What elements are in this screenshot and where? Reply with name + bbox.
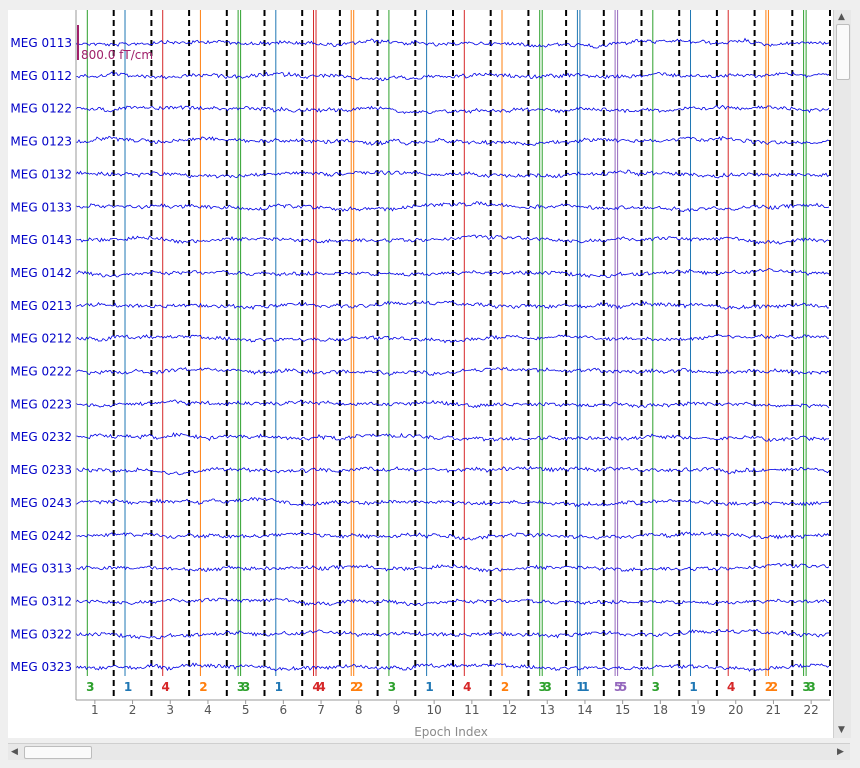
- event-id-label: 1: [124, 680, 132, 694]
- channel-label[interactable]: MEG 0112: [10, 69, 72, 83]
- channel-label[interactable]: MEG 0212: [10, 332, 72, 346]
- scale-bar-label: 800.0 fT/cm: [81, 48, 153, 62]
- event-id-label: 4: [463, 680, 471, 694]
- x-tick-label: 10: [427, 703, 442, 717]
- event-id-label: 3: [86, 680, 94, 694]
- x-tick-label: 14: [577, 703, 592, 717]
- channel-label[interactable]: MEG 0322: [10, 627, 72, 641]
- scroll-down-arrow-icon[interactable]: ▼: [838, 722, 845, 738]
- channel-label[interactable]: MEG 0223: [10, 397, 72, 411]
- event-id-label: 4: [162, 680, 170, 694]
- x-tick-label: 3: [166, 703, 174, 717]
- channel-label[interactable]: MEG 0233: [10, 463, 72, 477]
- horizontal-scrollbar[interactable]: ◀ ▶: [8, 743, 850, 760]
- x-tick-label: 19: [690, 703, 705, 717]
- x-tick-label: 13: [540, 703, 555, 717]
- x-tick-label: 22: [804, 703, 819, 717]
- event-id-label: 1: [689, 680, 697, 694]
- channel-label[interactable]: MEG 0323: [10, 660, 72, 674]
- event-id-label: 2: [199, 680, 207, 694]
- x-tick-label: 7: [317, 703, 325, 717]
- channel-label[interactable]: MEG 0213: [10, 299, 72, 313]
- scroll-left-arrow-icon[interactable]: ◀: [11, 744, 18, 760]
- x-tick-label: 15: [615, 703, 630, 717]
- x-tick-label: 1: [91, 703, 99, 717]
- channel-label[interactable]: MEG 0242: [10, 529, 72, 543]
- x-tick-label: 11: [464, 703, 479, 717]
- event-id-label: 3: [388, 680, 396, 694]
- x-tick-label: 6: [280, 703, 288, 717]
- event-id-label: 2: [355, 680, 363, 694]
- scroll-right-arrow-icon[interactable]: ▶: [837, 744, 844, 760]
- channel-label[interactable]: MEG 0313: [10, 562, 72, 576]
- x-tick-label: 8: [355, 703, 363, 717]
- figure-background: [8, 10, 833, 738]
- x-tick-label: 5: [242, 703, 250, 717]
- event-id-label: 3: [652, 680, 660, 694]
- event-id-label: 2: [770, 680, 778, 694]
- event-id-label: 3: [544, 680, 552, 694]
- vertical-scroll-thumb[interactable]: [836, 24, 850, 80]
- x-tick-label: 2: [129, 703, 137, 717]
- x-tick-label: 18: [653, 703, 668, 717]
- channel-label[interactable]: MEG 0143: [10, 233, 72, 247]
- channel-label[interactable]: MEG 0232: [10, 430, 72, 444]
- channel-label[interactable]: MEG 0222: [10, 365, 72, 379]
- event-id-label: 4: [317, 680, 325, 694]
- vertical-scrollbar[interactable]: ▲ ▼: [833, 10, 851, 738]
- scroll-up-arrow-icon[interactable]: ▲: [838, 9, 845, 25]
- channel-label[interactable]: MEG 0243: [10, 496, 72, 510]
- channel-label[interactable]: MEG 0142: [10, 266, 72, 280]
- event-id-label: 1: [275, 680, 283, 694]
- event-id-label: 3: [807, 680, 815, 694]
- x-tick-label: 9: [393, 703, 401, 717]
- channel-label[interactable]: MEG 0113: [10, 36, 72, 50]
- event-id-label: 4: [727, 680, 735, 694]
- event-id-label: 1: [581, 680, 589, 694]
- x-tick-label: 21: [766, 703, 781, 717]
- channel-label[interactable]: MEG 0312: [10, 594, 72, 608]
- x-axis-label: Epoch Index: [414, 725, 488, 739]
- horizontal-scroll-thumb[interactable]: [24, 746, 92, 759]
- event-id-label: 1: [425, 680, 433, 694]
- event-id-label: 5: [619, 680, 627, 694]
- channel-label[interactable]: MEG 0123: [10, 135, 72, 149]
- x-tick-label: 12: [502, 703, 517, 717]
- event-id-label: 2: [501, 680, 509, 694]
- channel-label[interactable]: MEG 0133: [10, 200, 72, 214]
- event-id-label: 3: [242, 680, 250, 694]
- x-tick-label: 4: [204, 703, 212, 717]
- x-tick-label: 20: [728, 703, 743, 717]
- channel-label[interactable]: MEG 0122: [10, 102, 72, 116]
- epochs-plot[interactable]: MEG 0113 MEG 0112 MEG 0122 MEG 0123 MEG 0132…: [0, 0, 860, 768]
- channel-label[interactable]: MEG 0132: [10, 167, 72, 181]
